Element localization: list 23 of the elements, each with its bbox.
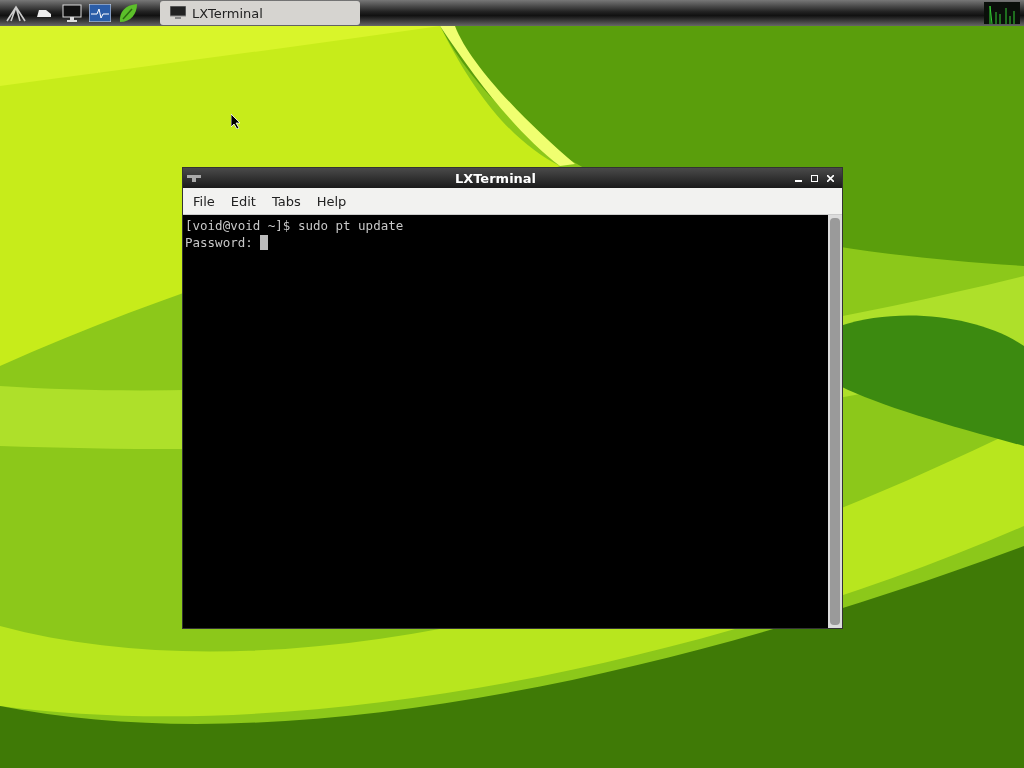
menu-item[interactable]: File	[187, 191, 221, 211]
terminal-line: Password:	[185, 234, 254, 251]
launcher-button[interactable]	[88, 1, 112, 25]
mouse-pointer-icon	[231, 114, 241, 129]
terminal-line: [void@void ~]$ sudo pt update	[185, 217, 404, 234]
maximize-icon	[810, 174, 818, 182]
menu-item[interactable]: Edit	[224, 191, 262, 211]
leaf-icon	[117, 2, 139, 24]
close-icon	[826, 174, 834, 182]
terminal-area[interactable]: [void@void ~]$ sudo pt update Password:	[183, 215, 828, 628]
monitor-icon	[62, 3, 82, 23]
task-button[interactable]: LXTerminal	[160, 1, 360, 25]
launcher-button[interactable]	[60, 1, 84, 25]
menu-icon	[5, 3, 27, 23]
drive-icon	[36, 8, 52, 18]
window-title: LXTerminal	[453, 170, 538, 186]
system-monitor-icon	[89, 4, 111, 22]
menu-item[interactable]: Help	[310, 191, 353, 211]
menu-item[interactable]: Tabs	[265, 191, 307, 211]
cpu-graph-icon	[984, 2, 1020, 24]
terminal-icon	[170, 6, 186, 20]
window-menu-icon[interactable]	[187, 173, 201, 183]
text-cursor	[260, 235, 269, 250]
